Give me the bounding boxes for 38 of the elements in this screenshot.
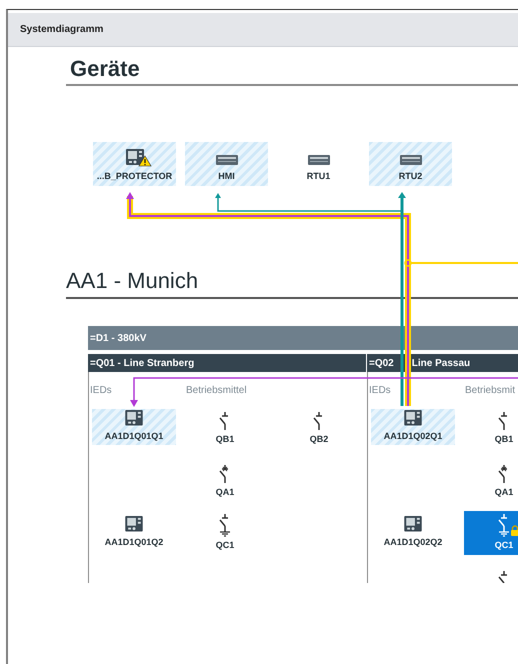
device-tile[interactable]: HMI: [185, 142, 268, 186]
rack-icon: [398, 154, 422, 166]
bay-title: =Q02: [369, 356, 394, 370]
device-icon: [403, 515, 423, 532]
device-icon: [124, 409, 144, 426]
device-tile[interactable]: RTU2: [369, 142, 452, 186]
section-heading: AA1 - Munich: [66, 268, 198, 293]
ied-tile[interactable]: AA1D1Q02Q2: [371, 515, 455, 551]
ied-tile[interactable]: AA1D1Q02Q1: [371, 409, 455, 445]
equipment-item[interactable]: QB2: [279, 405, 359, 449]
window-title: Systemdiagramm: [20, 23, 104, 37]
ied-tile[interactable]: AA1D1Q01Q1: [92, 409, 176, 445]
equipment-item[interactable]: QA1: [464, 458, 518, 502]
voltage-level-title: =D1 - 380kV: [90, 332, 146, 346]
warning-icon: [138, 155, 152, 167]
equipment-item[interactable]: QA1: [185, 458, 265, 502]
equipment-item[interactable]: QB1: [464, 405, 518, 449]
device-tile[interactable]: RTU1: [277, 142, 360, 186]
column-label: IEDs: [90, 385, 113, 397]
device-icon: [124, 515, 144, 532]
section-heading: Geräte: [70, 56, 140, 81]
column-label: Betriebsmittel: [186, 385, 247, 397]
bay-title: =Q01 - Line Stranberg: [90, 356, 194, 370]
device-icon: [124, 148, 144, 166]
earthing-switch-icon: [217, 512, 233, 536]
earthing-switch-icon: [496, 512, 512, 536]
rack-icon: [214, 154, 238, 166]
column-label: IEDs: [369, 385, 392, 397]
column-label: Betriebsmit: [465, 385, 516, 397]
equipment-item[interactable]: QC1: [185, 511, 265, 555]
rack-icon: [306, 154, 330, 166]
bay-subtitle: Line Passau: [412, 356, 470, 370]
device-tile[interactable]: ...B_PROTECTOR: [93, 142, 176, 186]
equipment-item[interactable]: QC1: [464, 511, 518, 555]
lock-icon: [510, 525, 518, 536]
equipment-item[interactable]: QB1: [185, 405, 265, 449]
device-icon: [403, 409, 423, 426]
ied-tile[interactable]: AA1D1Q01Q2: [92, 515, 176, 551]
